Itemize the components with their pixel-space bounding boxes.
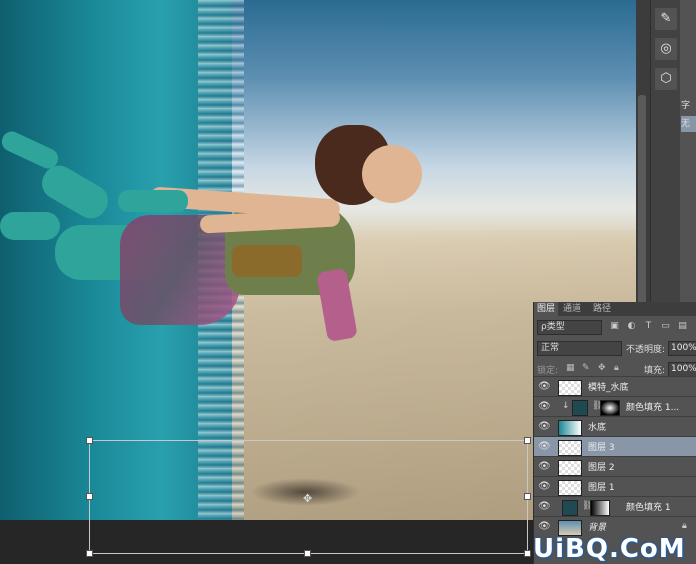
collapsed-panel: 字 无 [680,0,696,305]
layer-mask-thumbnail [600,400,620,416]
brush-settings-icon[interactable]: ✎ [655,8,677,30]
layer-mask-thumbnail [590,500,610,516]
layer-thumbnail [558,440,582,456]
lock-all-icon[interactable]: 🔒︎ [614,363,624,373]
blend-mode-select[interactable]: 正常 [537,341,622,356]
layer-thumbnail [558,480,582,496]
layer-filter-select[interactable]: ρ类型 [537,320,602,335]
filter-type-icon[interactable]: T [643,321,654,332]
visibility-eye-icon[interactable]: 👁︎ [538,381,551,393]
layers-panel-tabs: 图层 通道 路径 [534,302,696,316]
layer-row-selected[interactable]: 👁︎ 图层 3 [534,436,696,457]
layers-panel: 图层 通道 路径 ρ类型 ▣ ◐ T ▭ ▤ 正常 不透明度: 100% 锁定:… [533,302,696,564]
layer-name[interactable]: 图层 1 [588,480,615,493]
layer-thumbnail [558,420,582,436]
transform-handle-left[interactable] [86,493,93,500]
layer-name[interactable]: 颜色填充 1 [626,500,671,513]
layer-row[interactable]: 👁︎ 图层 2 [534,456,696,477]
character-panel-label[interactable]: 字 [681,98,696,114]
visibility-eye-icon[interactable]: 👁︎ [538,501,551,513]
filter-shape-icon[interactable]: ▭ [660,321,671,332]
layer-thumbnail [562,500,578,516]
lock-label: 锁定: [537,366,559,376]
layer-thumbnail [558,380,582,396]
visibility-eye-icon[interactable]: 👁︎ [538,521,551,533]
visibility-eye-icon[interactable]: 👁︎ [538,421,551,433]
3d-cube-icon[interactable]: ⬡ [655,68,677,90]
transform-handle-top-right[interactable] [524,437,531,444]
transform-handle-bottom-right[interactable] [524,550,531,557]
visibility-eye-icon[interactable]: 👁︎ [538,461,551,473]
layer-row[interactable]: 👁︎ ⛓ 颜色填充 1 [534,496,696,517]
filter-pixel-icon[interactable]: ▣ [609,321,620,332]
paragraph-style-label[interactable]: 无 [681,116,696,132]
site-watermark: UiBQ.CoM [533,534,686,564]
transform-handle-bottom-left[interactable] [86,550,93,557]
layer-name[interactable]: 图层 2 [588,460,615,473]
filter-smart-object-icon[interactable]: ▤ [677,321,688,332]
tab-channels[interactable]: 通道 [560,302,584,316]
lock-transparent-icon[interactable]: ▦ [566,363,576,373]
filter-adjustment-icon[interactable]: ◐ [626,321,637,332]
layer-name[interactable]: 水底 [588,420,606,433]
layer-name[interactable]: 图层 3 [588,440,615,453]
opacity-field[interactable]: 100% [668,341,696,356]
lock-move-icon[interactable]: ✥ [598,363,608,373]
layer-row[interactable]: 👁︎ 水底 [534,416,696,437]
scrollbar-thumb[interactable] [638,95,646,305]
layer-name[interactable]: 模特_水底 [588,380,629,393]
layer-thumbnail [572,400,588,416]
layer-row[interactable]: 👁︎ 图层 1 [534,476,696,497]
lock-paint-icon[interactable]: ✎ [582,363,592,373]
creative-cloud-icon[interactable]: ◎ [655,38,677,60]
tab-paths[interactable]: 路径 [590,302,614,316]
clip-arrow-icon: ↓ [562,401,570,411]
visibility-eye-icon[interactable]: 👁︎ [538,481,551,493]
transform-center-icon[interactable]: ✥ [303,492,312,505]
tab-layers[interactable]: 图层 [534,302,559,316]
transform-handle-bottom[interactable] [304,550,311,557]
layer-name[interactable]: 背景 [588,520,606,533]
transform-handle-right[interactable] [524,493,531,500]
visibility-eye-icon[interactable]: 👁︎ [538,401,551,413]
layer-row[interactable]: 👁︎ ↓ ⛓ 颜色填充 1... [534,396,696,417]
layer-thumbnail [558,460,582,476]
opacity-label: 不透明度: [626,345,666,355]
fill-field[interactable]: 100% [668,362,696,377]
visibility-eye-icon[interactable]: 👁︎ [538,441,551,453]
layer-lock-icon: 🔒︎ [682,521,687,531]
panel-icon-bar: ✎ ◎ ⬡ [650,0,681,305]
layer-row[interactable]: 👁︎ 模特_水底 [534,376,696,397]
layer-name[interactable]: 颜色填充 1... [626,400,679,413]
fill-label: 填充: [644,366,666,376]
transform-handle-top-left[interactable] [86,437,93,444]
